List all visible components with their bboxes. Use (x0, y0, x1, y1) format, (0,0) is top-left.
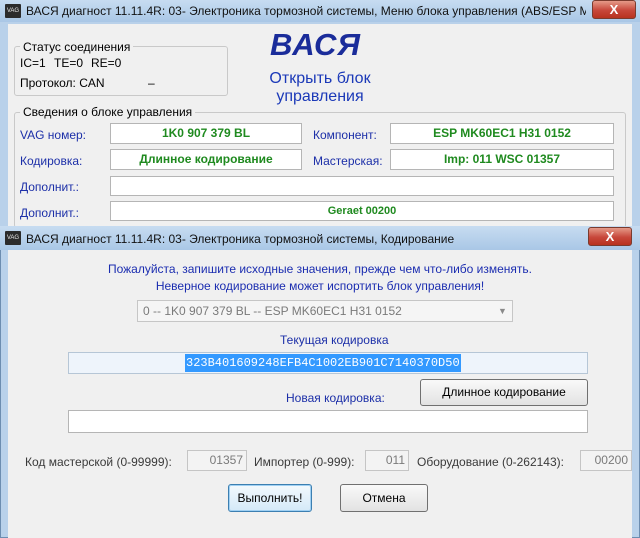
open-block-link[interactable]: Открыть блок управления (240, 70, 400, 106)
protocol-label: Протокол: CAN (20, 76, 105, 90)
chevron-down-icon[interactable]: ▼ (498, 301, 507, 321)
extra1-label: Дополнит.: (20, 180, 80, 194)
workshop-label: Мастерская: (313, 154, 383, 168)
equipment-input[interactable]: 00200 (580, 450, 632, 471)
coding-dialog-title: ВАСЯ диагност 11.11.4R: 03- Электроника … (26, 232, 455, 246)
warning-line-1: Пожалуйста, запишите исходные значения, … (107, 262, 532, 276)
execute-button[interactable]: Выполнить! (228, 484, 312, 512)
main-window-close-button[interactable]: X (592, 0, 636, 19)
workshop-code-label: Код мастерской (0-99999): (25, 455, 172, 469)
vag-number-label: VAG номер: (20, 128, 87, 142)
extra1-field (110, 176, 614, 196)
dialog-app-icon: VAG (5, 231, 21, 245)
vag-number-field: 1K0 907 379 BL (110, 123, 302, 144)
te-status: TE=0 (54, 56, 84, 70)
current-coding-label: Текущая кодировка (280, 333, 389, 347)
re-status: RE=0 (91, 56, 122, 70)
extra2-label: Дополнит.: (20, 206, 80, 220)
main-window-title: ВАСЯ диагност 11.11.4R: 03- Электроника … (26, 4, 586, 18)
new-coding-input[interactable] (68, 410, 588, 433)
control-unit-info-title: Сведения о блоке управления (20, 105, 196, 119)
importer-label: Импортер (0-999): (254, 455, 355, 469)
module-select-value: 0 -- 1K0 907 379 BL -- ESP MK60EC1 H31 0… (143, 304, 402, 318)
extra2-field: Geraet 00200 (110, 201, 614, 221)
brand-title: ВАСЯ (270, 27, 362, 62)
current-coding-field[interactable]: 323B401609248EFB4C1002EB901C7140370D50 (68, 352, 588, 374)
workshop-code-input[interactable]: 01357 (187, 450, 247, 471)
importer-input[interactable]: 011 (365, 450, 409, 471)
cancel-button[interactable]: Отмена (340, 484, 428, 512)
long-coding-button[interactable]: Длинное кодирование (420, 379, 588, 406)
warning-line-2: Неверное кодирование может испортить бло… (155, 279, 485, 293)
component-field: ESP MK60EC1 H31 0152 (390, 123, 614, 144)
close-icon: X (605, 229, 615, 244)
equipment-label: Оборудование (0-262143): (417, 455, 564, 469)
dialog-close-button[interactable]: X (588, 227, 632, 246)
workshop-field: Imp: 011 WSC 01357 (390, 149, 614, 170)
coding-field: Длинное кодирование (110, 149, 302, 170)
ic-status: IC=1 (20, 56, 46, 70)
close-icon: X (609, 2, 619, 17)
app-icon: VAG (5, 4, 21, 18)
coding-label: Кодировка: (20, 154, 83, 168)
module-select[interactable]: 0 -- 1K0 907 379 BL -- ESP MK60EC1 H31 0… (137, 300, 513, 322)
new-coding-label: Новая кодировка: (286, 391, 385, 405)
current-coding-value: 323B401609248EFB4C1002EB901C7140370D50 (185, 354, 461, 372)
connection-status-title: Статус соединения (20, 40, 134, 54)
protocol-value: – (148, 76, 155, 90)
component-label: Компонент: (313, 128, 377, 142)
